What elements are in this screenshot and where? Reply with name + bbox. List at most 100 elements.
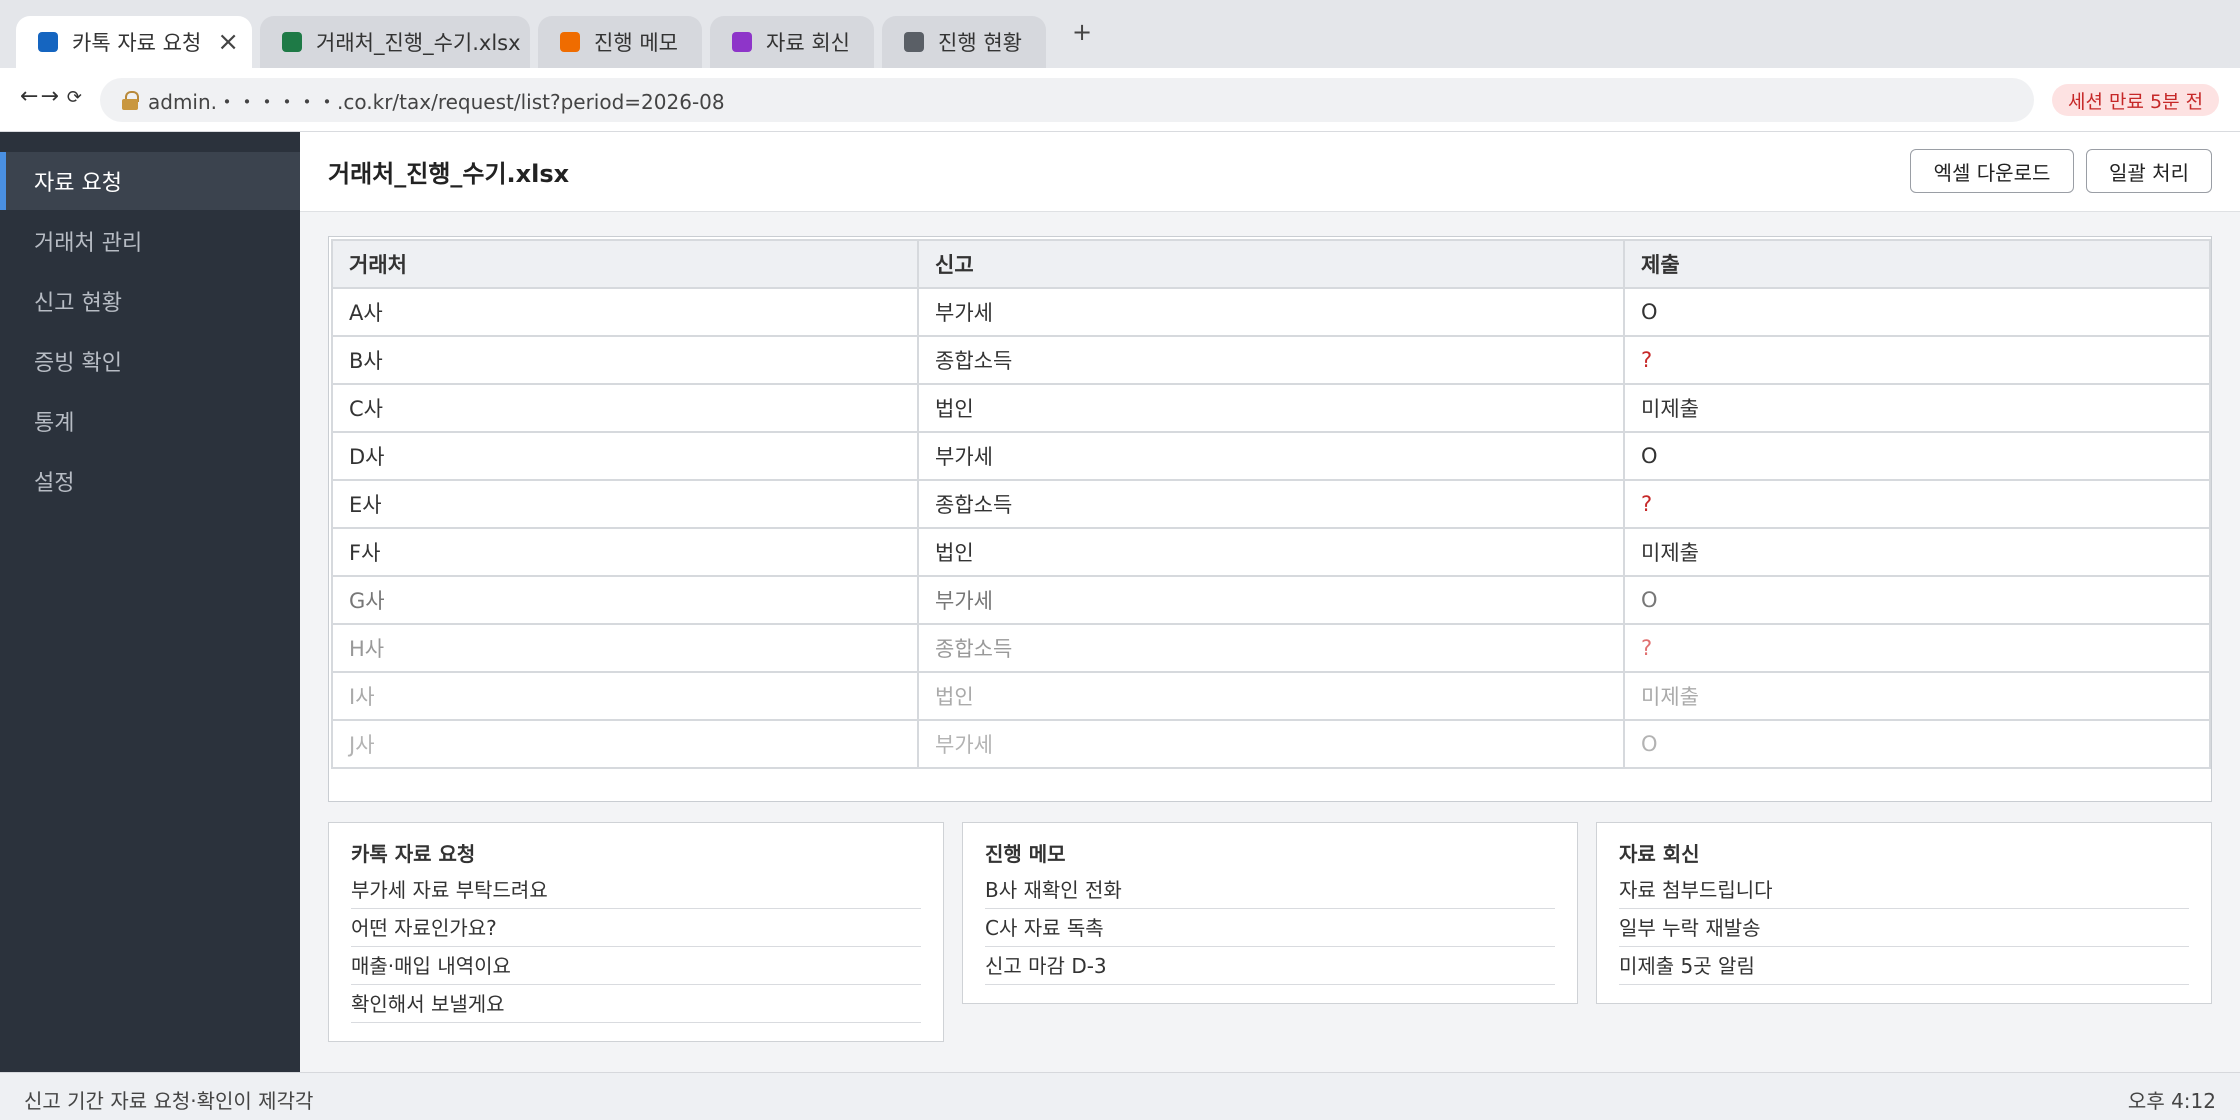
- cell-client[interactable]: E사: [331, 479, 919, 529]
- cell-filing[interactable]: 법인: [917, 527, 1625, 577]
- excel-download-button[interactable]: 엑셀 다운로드: [1910, 149, 2074, 193]
- cell-submission[interactable]: ?: [1623, 335, 2211, 385]
- nav-buttons: ←→ ⟳: [20, 84, 84, 109]
- cell-submission[interactable]: 미제출: [1623, 671, 2211, 721]
- sidebar-item-settings[interactable]: 설정: [0, 452, 300, 510]
- table-row[interactable]: J사 부가세 O: [331, 719, 2211, 769]
- cell-filing[interactable]: 부가세: [917, 431, 1625, 481]
- list-item: 어떤 자료인가요?: [351, 909, 921, 947]
- tab-data-reply[interactable]: 자료 회신: [710, 16, 874, 68]
- cell-submission[interactable]: O: [1623, 287, 2211, 337]
- browser-tab-bar: 카톡 자료 요청 × 거래처_진행_수기.xlsx 진행 메모 자료 회신 진행…: [0, 0, 2240, 68]
- cell-filing[interactable]: 종합소득: [917, 623, 1625, 673]
- column-header-client: 거래처: [331, 239, 919, 289]
- table-row[interactable]: G사 부가세 O: [331, 575, 2211, 625]
- data-reply-card: 자료 회신 자료 첨부드립니다 일부 누락 재발송 미제출 5곳 알림: [1596, 822, 2212, 1004]
- status-message: 신고 기간 자료 요청·확인이 제각각: [24, 1089, 314, 1113]
- sidebar-item-label: 거래처 관리: [34, 231, 143, 256]
- list-item: 신고 마감 D-3: [985, 947, 1555, 985]
- tab-label: 자료 회신: [766, 31, 850, 55]
- tab-progress-memo[interactable]: 진행 메모: [538, 16, 702, 68]
- spreadsheet: 거래처 신고 제출 A사 부가세 O B사 종합소득? C사 법인 미제출 D사 부가세 O …: [328, 236, 2212, 802]
- memo-favicon-icon: [560, 32, 580, 52]
- cell-client[interactable]: B사: [331, 335, 919, 385]
- cell-submission[interactable]: 미제출: [1623, 527, 2211, 577]
- cell-filing[interactable]: 부가세: [917, 719, 1625, 769]
- table-row[interactable]: H사 종합소득?: [331, 623, 2211, 673]
- cell-submission[interactable]: O: [1623, 431, 2211, 481]
- cell-submission[interactable]: ?: [1623, 623, 2211, 673]
- cell-client[interactable]: G사: [331, 575, 919, 625]
- cell-submission[interactable]: 미제출: [1623, 383, 2211, 433]
- sidebar-item-filing-status[interactable]: 신고 현황: [0, 272, 300, 330]
- table-row[interactable]: F사 법인 미제출: [331, 527, 2211, 577]
- column-header-filing: 신고: [917, 239, 1625, 289]
- batch-process-button[interactable]: 일괄 처리: [2086, 149, 2212, 193]
- cell-filing[interactable]: 부가세: [917, 287, 1625, 337]
- table-header-row: 거래처 신고 제출: [331, 239, 2211, 289]
- cell-client[interactable]: C사: [331, 383, 919, 433]
- cell-filing[interactable]: 종합소득: [917, 479, 1625, 529]
- reload-icon[interactable]: ⟳: [67, 87, 84, 108]
- table-row[interactable]: I사 법인 미제출: [331, 671, 2211, 721]
- lock-icon: [122, 91, 139, 110]
- kakao-request-card: 카톡 자료 요청 부가세 자료 부탁드려요 어떤 자료인가요? 매출·매입 내역…: [328, 822, 944, 1042]
- sidebar-item-label: 설정: [34, 471, 75, 496]
- sidebar-item-statistics[interactable]: 통계: [0, 392, 300, 450]
- sidebar-item-label: 증빙 확인: [34, 351, 122, 376]
- cell-filing[interactable]: 부가세: [917, 575, 1625, 625]
- list-item: C사 자료 독촉: [985, 909, 1555, 947]
- card-title: 진행 메모: [985, 842, 1066, 866]
- new-tab-button[interactable]: +: [1072, 18, 1092, 46]
- cell-client[interactable]: H사: [331, 623, 919, 673]
- sidebar-item-label: 신고 현황: [34, 291, 122, 316]
- sidebar-item-label: 통계: [34, 411, 75, 436]
- cell-client[interactable]: A사: [331, 287, 919, 337]
- tab-label: 거래처_진행_수기.xlsx: [316, 31, 521, 55]
- main-content: 거래처_진행_수기.xlsx 엑셀 다운로드 일괄 처리 거래처 신고 제출 A…: [300, 132, 2240, 1072]
- table-row[interactable]: E사 종합소득?: [331, 479, 2211, 529]
- kakao-favicon-icon: [38, 32, 58, 52]
- cell-submission[interactable]: ?: [1623, 479, 2211, 529]
- cell-filing[interactable]: 법인: [917, 383, 1625, 433]
- table-row[interactable]: B사 종합소득?: [331, 335, 2211, 385]
- table-row[interactable]: C사 법인 미제출: [331, 383, 2211, 433]
- list-item: 부가세 자료 부탁드려요: [351, 871, 921, 909]
- table-row[interactable]: A사 부가세 O: [331, 287, 2211, 337]
- cell-client[interactable]: I사: [331, 671, 919, 721]
- url-field[interactable]: admin.・・・・・・.co.kr/tax/request/list?peri…: [100, 78, 2034, 122]
- cell-submission[interactable]: O: [1623, 719, 2211, 769]
- close-icon[interactable]: ×: [217, 29, 239, 55]
- sidebar-item-label: 자료 요청: [34, 171, 122, 196]
- table-row[interactable]: D사 부가세 O: [331, 431, 2211, 481]
- content-header: 거래처_진행_수기.xlsx 엑셀 다운로드 일괄 처리: [300, 132, 2240, 212]
- cell-filing[interactable]: 법인: [917, 671, 1625, 721]
- status-favicon-icon: [904, 32, 924, 52]
- cell-client[interactable]: F사: [331, 527, 919, 577]
- list-item: 일부 누락 재발송: [1619, 909, 2189, 947]
- cell-client[interactable]: J사: [331, 719, 919, 769]
- page-title: 거래처_진행_수기.xlsx: [328, 160, 570, 188]
- sidebar-item-data-request[interactable]: 자료 요청: [0, 152, 300, 210]
- list-item: 자료 첨부드립니다: [1619, 871, 2189, 909]
- tab-label: 카톡 자료 요청: [72, 31, 202, 55]
- cell-client[interactable]: D사: [331, 431, 919, 481]
- sidebar-item-evidence-check[interactable]: 증빙 확인: [0, 332, 300, 390]
- forward-arrow-icon[interactable]: →: [40, 84, 60, 109]
- tab-progress-status[interactable]: 진행 현황: [882, 16, 1046, 68]
- back-arrow-icon[interactable]: ←: [20, 84, 40, 109]
- tab-label: 진행 메모: [594, 31, 678, 55]
- sidebar: 자료 요청 거래처 관리 신고 현황 증빙 확인 통계 설정: [0, 132, 300, 1072]
- cell-submission[interactable]: O: [1623, 575, 2211, 625]
- url-text: admin.・・・・・・.co.kr/tax/request/list?peri…: [148, 89, 725, 114]
- tab-kakao-request[interactable]: 카톡 자료 요청 ×: [16, 16, 252, 68]
- card-title: 자료 회신: [1619, 842, 1700, 866]
- clock: 오후 4:12: [2127, 1089, 2216, 1113]
- list-item: 확인해서 보낼게요: [351, 985, 921, 1023]
- list-item: 미제출 5곳 알림: [1619, 947, 2189, 985]
- tab-excel-progress[interactable]: 거래처_진행_수기.xlsx: [260, 16, 530, 68]
- address-bar: ←→ ⟳ admin.・・・・・・.co.kr/tax/request/list?…: [0, 68, 2240, 132]
- sidebar-item-client-management[interactable]: 거래처 관리: [0, 212, 300, 270]
- reply-favicon-icon: [732, 32, 752, 52]
- cell-filing[interactable]: 종합소득: [917, 335, 1625, 385]
